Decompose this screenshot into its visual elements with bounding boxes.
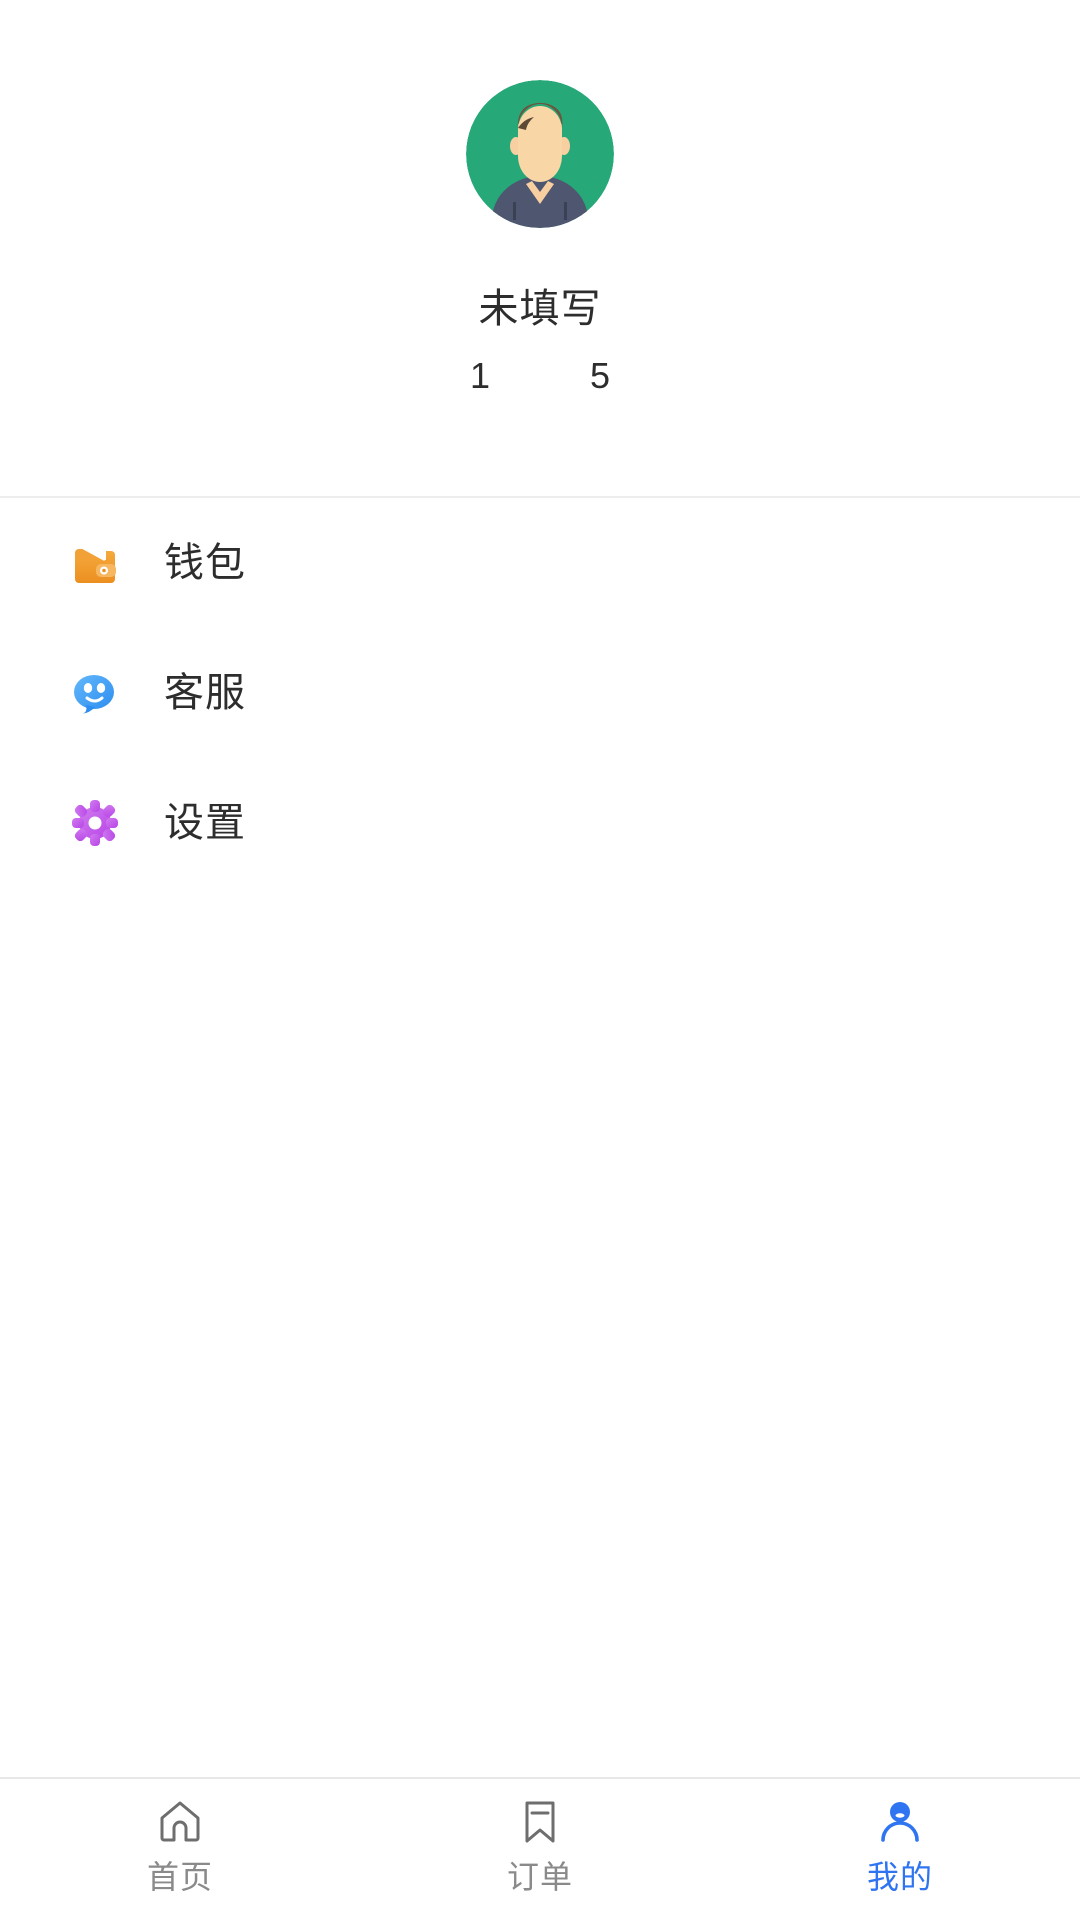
- headset-chat-icon: [74, 675, 114, 714]
- profile-phone: 1 5: [0, 353, 1080, 399]
- profile-header: 未填写 1 5: [0, 0, 1080, 498]
- menu-item-settings[interactable]: 设置: [0, 758, 1080, 888]
- wallet-icon: [75, 545, 116, 583]
- page-title: 未填写: [478, 287, 602, 331]
- menu-item-wallet[interactable]: 钱包: [0, 498, 1080, 628]
- tab-label: 我的: [866, 1859, 933, 1895]
- user-avatar-illustration: [466, 80, 614, 228]
- home-icon: [160, 1801, 200, 1842]
- gear-icon: [72, 800, 118, 846]
- menu-item-support[interactable]: 客服: [0, 628, 1080, 758]
- tab-home[interactable]: 首页: [0, 1779, 360, 1920]
- profile-phone-masked: [490, 355, 590, 396]
- menu-item-label: 钱包: [164, 541, 246, 585]
- menu-list: 钱包 客服 设置: [0, 498, 1080, 888]
- avatar[interactable]: [466, 80, 614, 228]
- menu-item-label: 客服: [164, 671, 246, 715]
- bottom-tab-bar: 首页 订单 我的: [0, 1777, 1080, 1920]
- profile-phone-prefix: 1: [469, 355, 490, 396]
- profile-phone-suffix: 5: [590, 355, 611, 396]
- person-icon: [881, 1802, 919, 1842]
- tab-label: 首页: [146, 1859, 213, 1895]
- tab-mine[interactable]: 我的: [720, 1779, 1080, 1920]
- bookmark-icon: [525, 1801, 555, 1843]
- menu-item-label: 设置: [164, 801, 246, 845]
- tab-label: 订单: [506, 1859, 573, 1895]
- tab-order[interactable]: 订单: [360, 1779, 720, 1920]
